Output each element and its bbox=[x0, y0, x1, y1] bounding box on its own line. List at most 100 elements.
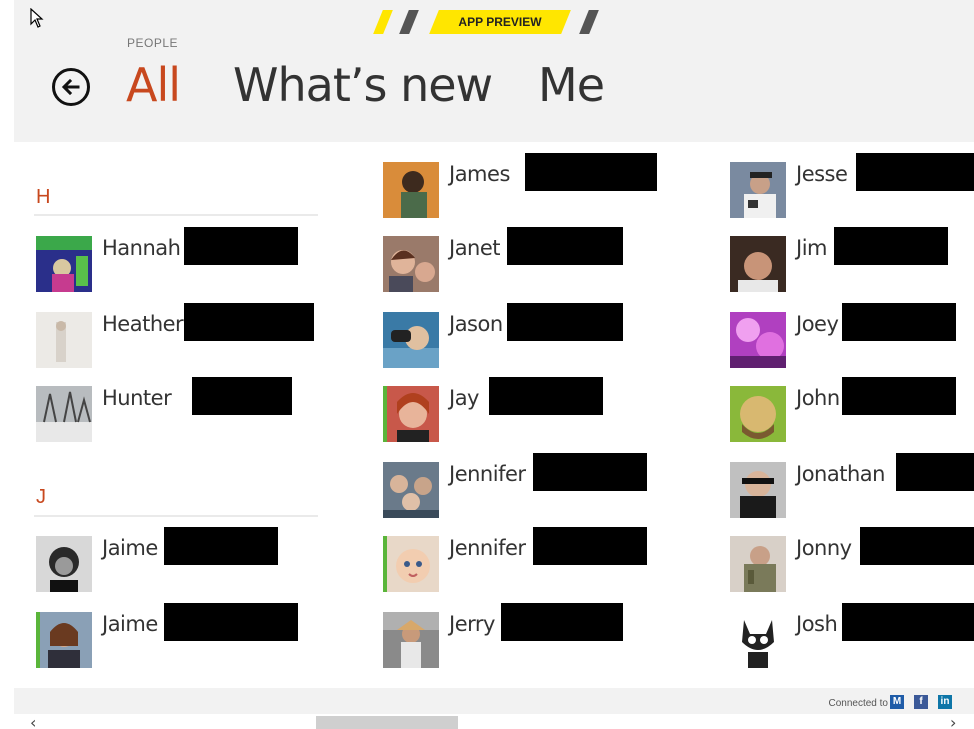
contact-tile[interactable]: Hannah bbox=[36, 227, 326, 294]
contact-name: Jonny bbox=[796, 536, 852, 560]
contact-name: Hannah bbox=[102, 236, 181, 260]
contact-tile[interactable]: Jerry bbox=[383, 603, 673, 670]
contact-name: Josh bbox=[796, 612, 838, 636]
contact-name: Hunter bbox=[102, 386, 172, 410]
avatar bbox=[730, 462, 786, 518]
contact-name: James bbox=[449, 162, 510, 186]
people-list: H Hannah Heather Hunter J Jaime Jaime Ja… bbox=[14, 142, 974, 688]
contact-tile[interactable]: Jason bbox=[383, 303, 673, 370]
contact-tile[interactable]: Heather bbox=[36, 303, 326, 370]
avatar bbox=[36, 386, 92, 442]
contact-name: Janet bbox=[449, 236, 501, 260]
contact-name: Jesse bbox=[796, 162, 848, 186]
status-bar: Connected to M f in bbox=[14, 688, 974, 714]
contact-tile[interactable]: Jay bbox=[383, 377, 673, 444]
scroll-left-arrow[interactable]: ‹ bbox=[30, 713, 36, 729]
contact-tile[interactable]: Jaime bbox=[36, 603, 326, 670]
group-header-h[interactable]: H bbox=[36, 186, 50, 209]
contact-tile[interactable]: James bbox=[383, 153, 673, 220]
linkedin-glyph: in bbox=[940, 696, 950, 707]
stripe-decoration bbox=[373, 10, 393, 34]
avatar bbox=[730, 536, 786, 592]
group-header-j[interactable]: J bbox=[36, 486, 46, 509]
contact-tile[interactable]: Jesse bbox=[730, 153, 974, 220]
contact-name: John bbox=[796, 386, 840, 410]
group-divider bbox=[34, 214, 318, 216]
pivot-all[interactable]: All bbox=[126, 58, 181, 112]
contact-name: Jaime bbox=[102, 612, 158, 636]
avatar bbox=[383, 386, 439, 442]
section-label: PEOPLE bbox=[127, 36, 179, 50]
redaction-box bbox=[834, 227, 948, 265]
avatar bbox=[730, 612, 786, 668]
contact-tile[interactable]: Jim bbox=[730, 227, 974, 294]
contact-tile[interactable]: Jennifer bbox=[383, 453, 673, 520]
contact-name: Jerry bbox=[449, 612, 495, 636]
contact-name: Jaime bbox=[102, 536, 158, 560]
contact-name: Jennifer bbox=[449, 536, 526, 560]
redaction-box bbox=[507, 227, 623, 265]
contact-name: Heather bbox=[102, 312, 184, 336]
window-edge bbox=[0, 0, 14, 729]
redaction-box bbox=[489, 377, 603, 415]
contact-name: Jennifer bbox=[449, 462, 526, 486]
avatar bbox=[730, 162, 786, 218]
redaction-box bbox=[896, 453, 974, 491]
contact-tile[interactable]: Jennifer bbox=[383, 527, 673, 594]
redaction-box bbox=[501, 603, 623, 641]
messenger-icon[interactable]: M bbox=[890, 695, 904, 709]
avatar bbox=[383, 312, 439, 368]
redaction-box bbox=[184, 303, 314, 341]
redaction-box bbox=[533, 527, 647, 565]
pivot-me[interactable]: Me bbox=[538, 58, 605, 112]
avatar bbox=[383, 612, 439, 668]
stripe-decoration bbox=[399, 10, 419, 34]
stripe-decoration bbox=[579, 10, 599, 34]
redaction-box bbox=[507, 303, 623, 341]
linkedin-icon[interactable]: in bbox=[938, 695, 952, 709]
contact-tile[interactable]: Joey bbox=[730, 303, 974, 370]
contact-tile[interactable]: Jaime bbox=[36, 527, 326, 594]
redaction-box bbox=[860, 527, 974, 565]
contact-name: Jason bbox=[449, 312, 503, 336]
avatar bbox=[730, 386, 786, 442]
avatar bbox=[730, 312, 786, 368]
avatar bbox=[36, 536, 92, 592]
redaction-box bbox=[164, 527, 278, 565]
redaction-box bbox=[164, 603, 298, 641]
preview-badge-label: APP PREVIEW bbox=[458, 15, 542, 29]
avatar bbox=[36, 612, 92, 668]
horizontal-scrollbar[interactable]: ‹ › bbox=[14, 713, 974, 729]
facebook-icon[interactable]: f bbox=[914, 695, 928, 709]
contact-tile[interactable]: Josh bbox=[730, 603, 974, 670]
redaction-box bbox=[856, 153, 974, 191]
redaction-box bbox=[842, 377, 956, 415]
redaction-box bbox=[842, 303, 956, 341]
avatar bbox=[383, 162, 439, 218]
pivot-whats-new[interactable]: What’s new bbox=[233, 58, 493, 112]
contact-tile[interactable]: Hunter bbox=[36, 377, 326, 444]
redaction-box bbox=[192, 377, 292, 415]
avatar bbox=[730, 236, 786, 292]
redaction-box bbox=[184, 227, 298, 265]
contact-tile[interactable]: Janet bbox=[383, 227, 673, 294]
back-button[interactable] bbox=[52, 68, 90, 106]
contact-name: Jay bbox=[449, 386, 480, 410]
facebook-glyph: f bbox=[919, 696, 923, 707]
avatar bbox=[383, 462, 439, 518]
group-divider bbox=[34, 515, 318, 517]
connected-to-label: Connected to bbox=[828, 698, 889, 709]
contact-name: Joey bbox=[796, 312, 839, 336]
avatar bbox=[36, 312, 92, 368]
messenger-glyph: M bbox=[892, 696, 902, 707]
scroll-right-arrow[interactable]: › bbox=[950, 713, 956, 729]
contact-tile[interactable]: Jonathan bbox=[730, 453, 974, 520]
contact-name: Jim bbox=[796, 236, 827, 260]
redaction-box bbox=[525, 153, 657, 191]
scroll-thumb[interactable] bbox=[316, 716, 458, 729]
redaction-box bbox=[533, 453, 647, 491]
contact-tile[interactable]: Jonny bbox=[730, 527, 974, 594]
contact-tile[interactable]: John bbox=[730, 377, 974, 444]
app-preview-banner: APP PREVIEW bbox=[372, 10, 602, 34]
redaction-box bbox=[842, 603, 974, 641]
